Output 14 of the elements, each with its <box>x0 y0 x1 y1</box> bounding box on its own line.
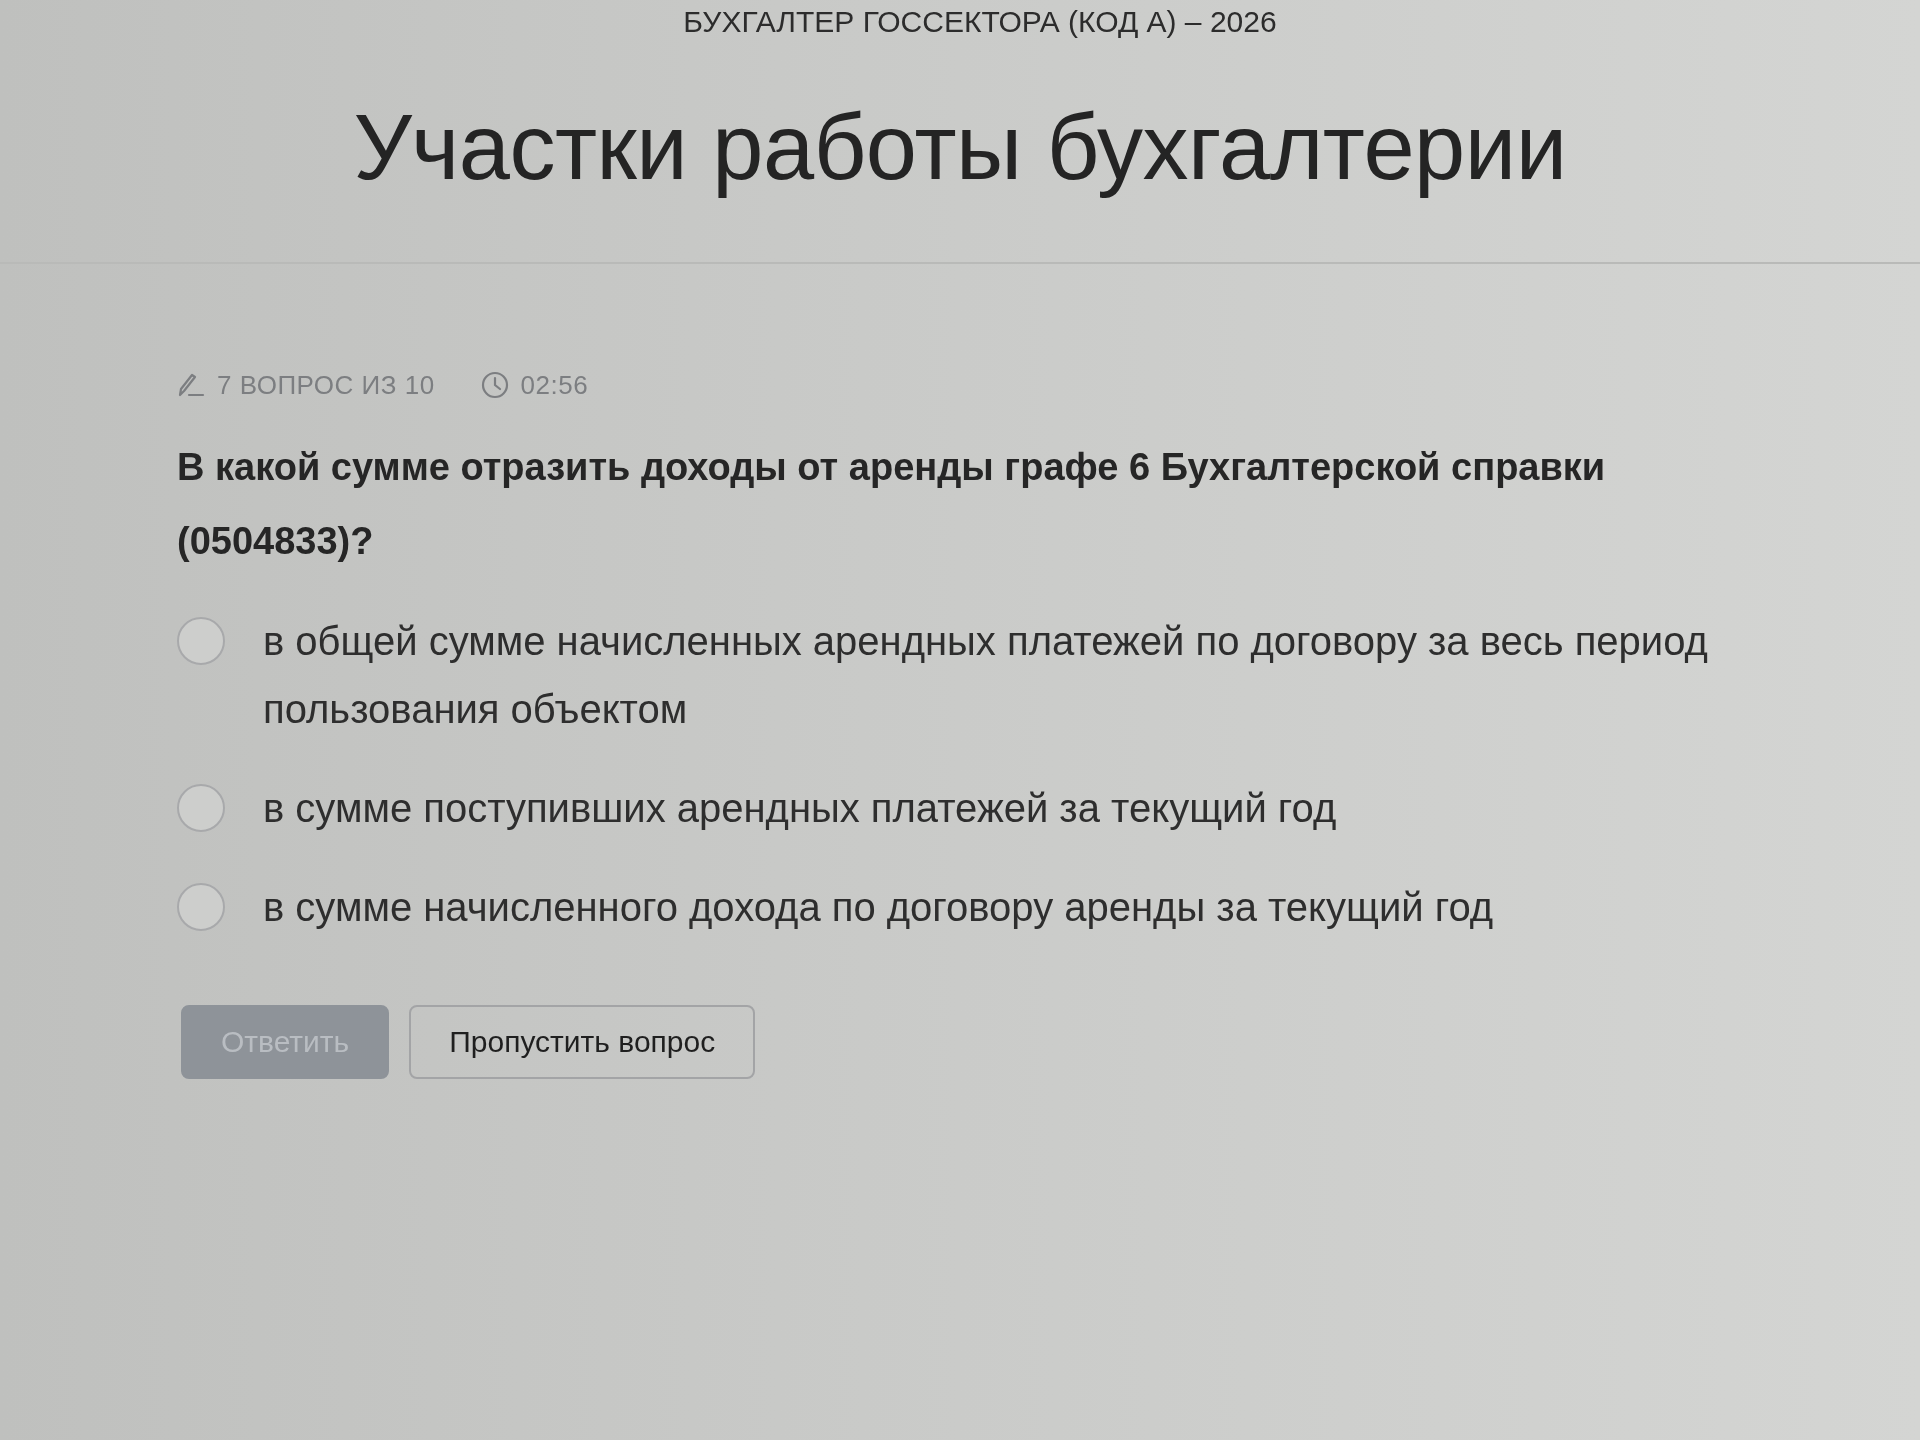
course-subtitle: БУХГАЛТЕР ГОССЕКТОРА (КОД А) – 2026 <box>683 4 1277 40</box>
pencil-icon <box>177 372 205 398</box>
timer-text: 02:56 <box>520 369 589 402</box>
radio-button[interactable] <box>177 784 225 832</box>
clock-icon <box>480 371 509 399</box>
answer-option-label[interactable]: в сумме начисленного дохода по договору аренды за текущий год <box>263 873 1494 941</box>
radio-button[interactable] <box>177 617 225 665</box>
answer-option-label[interactable]: в общей сумме начисленных арендных платежей по договору за весь период пользования объектом <box>263 607 1863 743</box>
question-counter: 7 ВОПРОС ИЗ 10 <box>217 369 435 402</box>
answer-option-label[interactable]: в сумме поступивших арендных платежей за текущий год <box>263 774 1337 842</box>
question-text: В какой сумме отразить доходы от аренды графе 6 Бухгалтерской справки (0504833)? <box>177 445 1607 564</box>
radio-button[interactable] <box>177 883 225 931</box>
skip-question-button[interactable]: Пропустить вопрос <box>409 1005 756 1079</box>
page-title: Участки работы бухгалтерии <box>353 95 1567 200</box>
